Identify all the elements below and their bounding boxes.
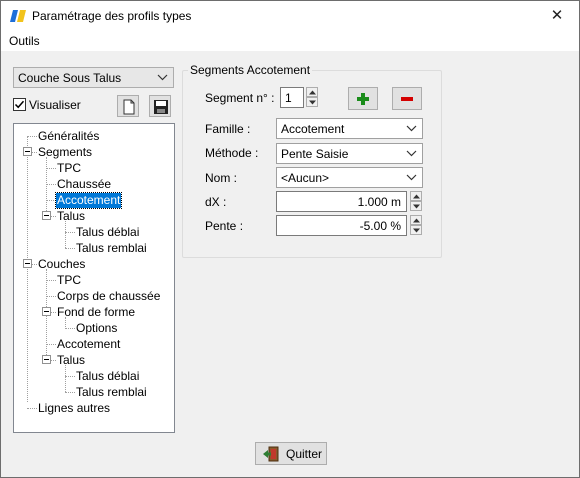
layer-select-value: Couche Sous Talus	[18, 71, 122, 85]
tree-item-segments-tpc[interactable]: TPC	[57, 161, 81, 176]
tree-item-couches-talus-deblai[interactable]: Talus déblai	[76, 369, 139, 384]
nom-select[interactable]: <Aucun>	[276, 167, 423, 188]
tree-item-segments-talus-deblai[interactable]: Talus déblai	[76, 225, 139, 240]
plus-icon	[357, 93, 369, 105]
add-segment-button[interactable]	[348, 87, 378, 110]
spin-up-icon[interactable]	[306, 87, 318, 97]
dx-input[interactable]: 1.000 m	[276, 191, 407, 212]
famille-label: Famille :	[205, 122, 251, 136]
chevron-down-icon	[406, 150, 417, 157]
close-button[interactable]: ✕	[535, 1, 579, 32]
visualiser-checkbox[interactable]	[13, 98, 26, 111]
expand-segments-toggle[interactable]	[23, 147, 32, 156]
spin-down-icon[interactable]	[306, 97, 318, 107]
visualiser-label: Visualiser	[29, 98, 81, 112]
close-icon: ✕	[550, 7, 564, 24]
tree-item-couches-talus[interactable]: Talus	[57, 353, 85, 368]
tree-item-segments[interactable]: Segments	[38, 145, 92, 160]
spin-down-icon[interactable]	[410, 225, 422, 235]
segment-number-spinner[interactable]	[306, 87, 318, 107]
title-bar: Paramétrage des profils types ✕	[1, 1, 579, 32]
app-logo-icon	[10, 10, 26, 22]
new-document-icon	[123, 99, 135, 115]
remove-segment-button[interactable]	[392, 87, 422, 110]
expand-talus-couches-toggle[interactable]	[42, 355, 51, 364]
methode-select[interactable]: Pente Saisie	[276, 143, 423, 164]
segment-number-input[interactable]: 1	[280, 87, 304, 108]
expand-couches-toggle[interactable]	[23, 259, 32, 268]
dx-label: dX :	[205, 195, 227, 209]
menu-bar: Outils	[1, 32, 579, 51]
checkmark-icon	[14, 100, 25, 109]
tree-item-couches-talus-remblai[interactable]: Talus remblai	[76, 385, 147, 400]
dialog-window: Paramétrage des profils types ✕ Outils C…	[0, 0, 580, 478]
layer-select[interactable]: Couche Sous Talus	[13, 67, 174, 88]
tree-item-options[interactable]: Options	[76, 321, 117, 336]
quit-button[interactable]: Quitter	[255, 442, 327, 465]
tree-item-couches-accotement[interactable]: Accotement	[57, 337, 120, 352]
save-button[interactable]	[149, 95, 171, 117]
tree-item-lignes-autres[interactable]: Lignes autres	[38, 401, 110, 416]
menu-item-outils[interactable]: Outils	[9, 34, 40, 48]
expand-talus-toggle[interactable]	[42, 211, 51, 220]
spin-up-icon[interactable]	[410, 215, 422, 225]
exit-door-icon	[263, 446, 279, 462]
spin-down-icon[interactable]	[410, 201, 422, 211]
dx-spinner[interactable]	[410, 191, 422, 211]
group-title: Segments Accotement	[188, 63, 313, 77]
tree-item-segments-chaussee[interactable]: Chaussée	[57, 177, 111, 192]
spin-up-icon[interactable]	[410, 191, 422, 201]
pente-spinner[interactable]	[410, 215, 422, 235]
tree-item-segments-talus-remblai[interactable]: Talus remblai	[76, 241, 147, 256]
famille-select[interactable]: Accotement	[276, 118, 423, 139]
minus-icon	[401, 97, 413, 101]
tree-item-couches-tpc[interactable]: TPC	[57, 273, 81, 288]
tree-item-segments-talus[interactable]: Talus	[57, 209, 85, 224]
methode-label: Méthode :	[205, 146, 259, 160]
chevron-down-icon	[406, 174, 417, 181]
tree-item-segments-accotement[interactable]: Accotement	[54, 192, 123, 209]
nom-label: Nom :	[205, 171, 238, 185]
window-title: Paramétrage des profils types	[32, 9, 192, 23]
profile-tree[interactable]: Généralités Segments TPC Chaussée Accote…	[13, 123, 175, 433]
tree-item-generalites[interactable]: Généralités	[38, 129, 99, 144]
expand-fond-de-forme-toggle[interactable]	[42, 307, 51, 316]
chevron-down-icon	[157, 74, 168, 81]
quit-label: Quitter	[286, 447, 323, 461]
tree-item-couches[interactable]: Couches	[38, 257, 85, 272]
tree-item-fond-de-forme[interactable]: Fond de forme	[57, 305, 135, 320]
pente-label: Pente :	[205, 219, 244, 233]
pente-input[interactable]: -5.00 %	[276, 215, 407, 236]
tree-item-corps-de-chaussee[interactable]: Corps de chaussée	[57, 289, 160, 304]
save-disk-icon	[154, 100, 168, 114]
chevron-down-icon	[406, 125, 417, 132]
segment-number-label: Segment n° :	[205, 91, 275, 105]
new-profile-button[interactable]	[117, 95, 139, 117]
